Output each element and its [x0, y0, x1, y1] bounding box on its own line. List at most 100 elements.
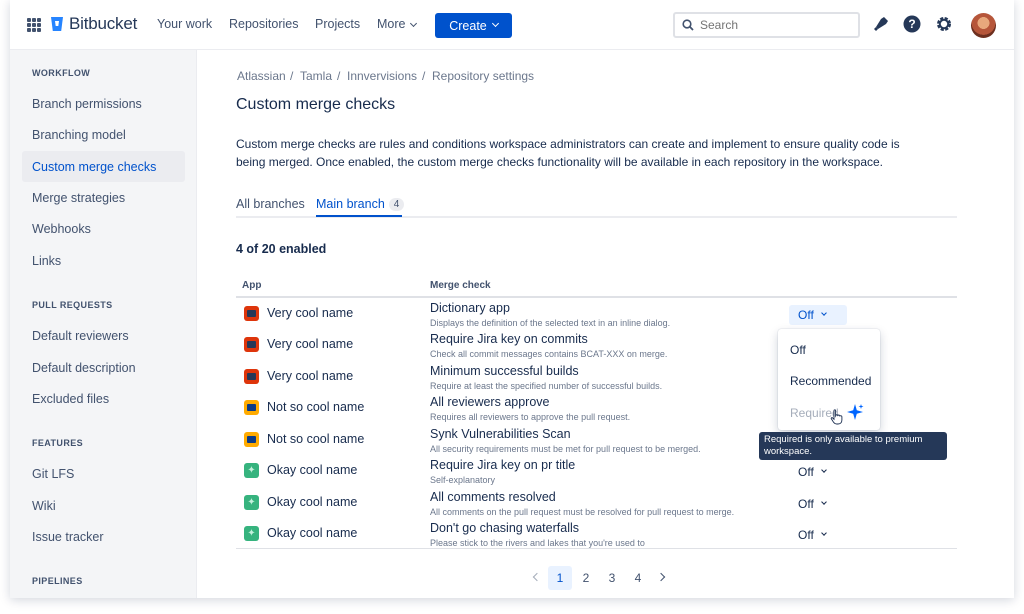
- table-header-divider: [236, 296, 957, 298]
- column-header-app: App: [242, 280, 262, 291]
- sidebar-item-default-description[interactable]: Default description: [22, 352, 185, 383]
- merge-check-title: All comments resolved: [430, 490, 556, 504]
- breadcrumb-tamla[interactable]: Tamla: [300, 69, 332, 83]
- settings-sidebar: WORKFLOW Branch permissions Branching mo…: [10, 50, 197, 598]
- table-row: Okay cool name All comments resolved All…: [236, 489, 957, 520]
- breadcrumb-innvervisions[interactable]: Innvervisions: [347, 69, 417, 83]
- sidebar-item-links[interactable]: Links: [22, 245, 185, 276]
- app-frame: Bitbucket Your work Repositories Project…: [10, 0, 1014, 598]
- status-dropdown[interactable]: Off: [789, 462, 835, 482]
- svg-text:?: ?: [908, 17, 915, 31]
- search-icon: [682, 19, 694, 31]
- create-button-label: Create: [449, 18, 487, 33]
- app-name: Okay cool name: [267, 463, 358, 477]
- help-icon[interactable]: ?: [903, 15, 921, 33]
- tab-count-badge: 4: [388, 198, 405, 211]
- app-name: Okay cool name: [267, 526, 358, 540]
- merge-check-title: Synk Vulnerabilities Scan: [430, 427, 571, 441]
- sidebar-item-branch-permissions[interactable]: Branch permissions: [22, 88, 185, 119]
- app-name: Very cool name: [267, 337, 354, 351]
- app-name: Not so cool name: [267, 400, 365, 414]
- bitbucket-icon: [51, 17, 63, 31]
- app-icon: [244, 337, 259, 352]
- chevron-down-icon: [820, 499, 827, 505]
- merge-check-description: Displays the definition of the selected …: [430, 318, 671, 328]
- nav-repositories[interactable]: Repositories: [229, 17, 298, 31]
- tab-main-branch[interactable]: Main branch 4: [316, 197, 405, 212]
- sidebar-item-default-reviewers[interactable]: Default reviewers: [22, 320, 185, 351]
- breadcrumb-separator: /: [422, 69, 426, 83]
- app-icon: [244, 463, 259, 478]
- chevron-down-icon: [491, 19, 499, 28]
- sidebar-item-issue-tracker[interactable]: Issue tracker: [22, 521, 185, 552]
- user-avatar[interactable]: [971, 13, 996, 38]
- nav-your-work[interactable]: Your work: [157, 17, 212, 31]
- app-icon: [244, 526, 259, 541]
- nav-more[interactable]: More: [377, 17, 418, 31]
- bitbucket-logo[interactable]: Bitbucket: [50, 14, 137, 34]
- breadcrumb-repository-settings[interactable]: Repository settings: [432, 69, 534, 83]
- page-button-3[interactable]: 3: [600, 566, 624, 590]
- app-icon: [244, 432, 259, 447]
- sidebar-item-branching-model[interactable]: Branching model: [22, 119, 185, 150]
- page-button-4[interactable]: 4: [626, 566, 650, 590]
- merge-check-description: Requires all reviewers to approve the pu…: [430, 412, 631, 422]
- chevron-right-icon[interactable]: [656, 572, 666, 582]
- tab-all-branches[interactable]: All branches: [236, 197, 305, 211]
- merge-check-description: Please stick to the rivers and lakes tha…: [430, 538, 645, 548]
- merge-check-description: Self-explanatory: [430, 475, 496, 485]
- sidebar-heading-workflow: WORKFLOW: [32, 68, 91, 78]
- chevron-down-icon: [820, 530, 827, 536]
- status-dropdown[interactable]: Off: [789, 525, 835, 545]
- app-switcher-icon[interactable]: [27, 18, 41, 32]
- hand-pointer-icon: [830, 409, 843, 425]
- app-name: Very cool name: [267, 306, 354, 320]
- sidebar-item-merge-strategies[interactable]: Merge strategies: [22, 182, 185, 213]
- search-input[interactable]: [700, 18, 840, 32]
- merge-check-description: All security requirements must be met fo…: [430, 444, 701, 454]
- sidebar-heading-pull-requests: PULL REQUESTS: [32, 300, 113, 310]
- page-description: Custom merge checks are rules and condit…: [236, 137, 900, 169]
- sidebar-item-git-lfs[interactable]: Git LFS: [22, 458, 185, 489]
- breadcrumb-separator: /: [337, 69, 341, 83]
- chevron-left-icon[interactable]: [532, 572, 542, 582]
- top-navigation: Bitbucket Your work Repositories Project…: [10, 0, 1014, 50]
- merge-check-description: Check all commit messages contains BCAT-…: [430, 349, 668, 359]
- premium-sparkle-icon: [847, 404, 864, 420]
- breadcrumb-separator: /: [290, 69, 294, 83]
- page-title: Custom merge checks: [236, 96, 396, 113]
- page-button-2[interactable]: 2: [574, 566, 598, 590]
- breadcrumb-atlassian[interactable]: Atlassian: [237, 69, 286, 83]
- status-dropdown[interactable]: Off: [789, 305, 847, 325]
- status-dropdown[interactable]: Off: [789, 494, 835, 514]
- search-box[interactable]: [673, 12, 860, 38]
- merge-check-title: Require Jira key on pr title: [430, 458, 576, 472]
- app-icon: [244, 400, 259, 415]
- status-value: Off: [798, 528, 814, 542]
- menu-option-recommended[interactable]: Recommended: [790, 374, 871, 388]
- sidebar-item-custom-merge-checks[interactable]: Custom merge checks: [22, 151, 185, 182]
- nav-more-label: More: [377, 17, 406, 31]
- sidebar-item-webhooks[interactable]: Webhooks: [22, 213, 185, 244]
- merge-check-description: Require at least the specified number of…: [430, 381, 663, 391]
- premium-tooltip: Required is only available to premium wo…: [759, 432, 947, 460]
- nav-projects[interactable]: Projects: [315, 17, 360, 31]
- sidebar-item-wiki[interactable]: Wiki: [22, 490, 185, 521]
- page-button-1[interactable]: 1: [548, 566, 572, 590]
- enabled-count: 4 of 20 enabled: [236, 242, 327, 256]
- chevron-down-icon: [410, 19, 418, 28]
- tab-main-branch-label: Main branch: [316, 197, 385, 211]
- chevron-down-icon: [820, 467, 827, 473]
- app-name: Not so cool name: [267, 432, 365, 446]
- app-icon: [244, 306, 259, 321]
- settings-gear-icon[interactable]: [935, 15, 953, 33]
- sidebar-heading-pipelines: PIPELINES: [32, 576, 83, 586]
- merge-check-title: Don't go chasing waterfalls: [430, 521, 579, 535]
- table-row: Okay cool name Don't go chasing waterfal…: [236, 520, 957, 551]
- notifications-icon[interactable]: [872, 15, 890, 33]
- sidebar-item-excluded-files[interactable]: Excluded files: [22, 383, 185, 414]
- create-button[interactable]: Create: [435, 13, 512, 38]
- status-dropdown-menu: Off Recommended Required: [778, 329, 880, 430]
- menu-option-off[interactable]: Off: [790, 343, 806, 357]
- merge-check-title: Minimum successful builds: [430, 364, 579, 378]
